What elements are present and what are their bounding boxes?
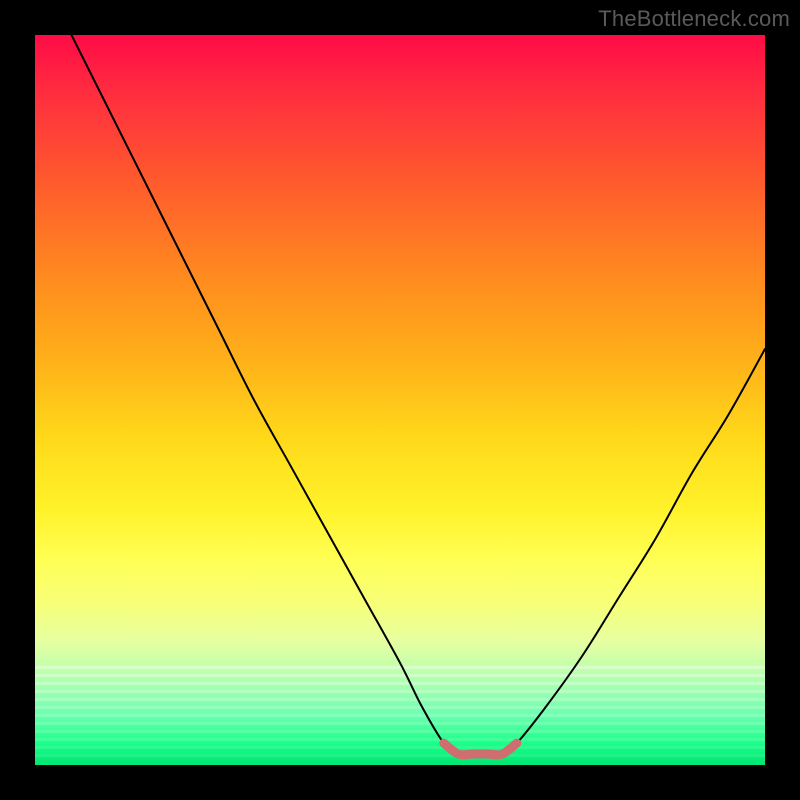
chart-svg xyxy=(35,35,765,765)
curve-highlight xyxy=(444,743,517,755)
watermark-text: TheBottleneck.com xyxy=(598,6,790,32)
curve-line xyxy=(72,35,766,755)
chart-frame: TheBottleneck.com xyxy=(0,0,800,800)
plot-area xyxy=(35,35,765,765)
